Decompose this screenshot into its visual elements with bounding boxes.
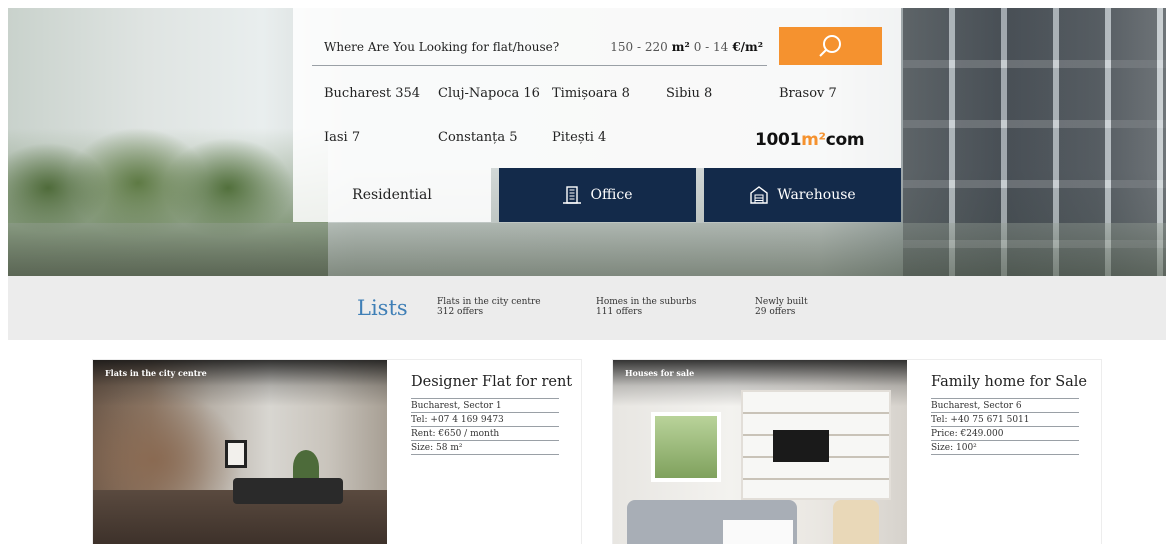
list-link-newly-built[interactable]: Newly built 29 offers <box>755 297 808 317</box>
city-timisoara[interactable]: Timișoara 8 <box>552 86 630 101</box>
area-range[interactable]: 150 - 220 <box>610 40 668 54</box>
tab-office-label: Office <box>590 187 633 203</box>
image-picture-frame <box>225 440 247 468</box>
lists-bar: Lists Flats in the city centre 312 offer… <box>8 276 1166 340</box>
list-link-count: 29 offers <box>755 307 796 317</box>
city-sibiu[interactable]: Sibiu 8 <box>666 86 712 101</box>
list-link-name: Homes in the suburbs <box>596 297 697 307</box>
city-bucharest[interactable]: Bucharest 354 <box>324 86 420 101</box>
search-icon <box>818 35 841 57</box>
listing-info: Family home for Sale Bucharest, Sector 6… <box>931 374 1087 455</box>
price-unit: €/m² <box>732 39 763 54</box>
tab-warehouse[interactable]: Warehouse <box>704 168 901 222</box>
listing-tel: Tel: +40 75 671 5011 <box>931 412 1079 426</box>
listing-size: Size: 100² <box>931 440 1079 455</box>
office-building-icon <box>563 186 582 204</box>
listing-image[interactable]: Flats in the city centre <box>93 360 387 544</box>
listing-info: Designer Flat for rent Bucharest, Sector… <box>411 374 572 455</box>
price-range[interactable]: 0 - 14 <box>694 40 729 54</box>
city-pitesti[interactable]: Pitești 4 <box>552 130 606 145</box>
city-cluj-napoca[interactable]: Cluj-Napoca 16 <box>438 86 540 101</box>
image-table <box>723 520 793 544</box>
listing-location: Bucharest, Sector 1 <box>411 398 559 412</box>
search-field[interactable]: Where Are You Looking for flat/house? 15… <box>312 28 767 66</box>
listing-size: Size: 58 m² <box>411 440 559 455</box>
listing-image[interactable]: Houses for sale <box>613 360 907 544</box>
area-unit: m² <box>671 39 690 54</box>
warehouse-icon <box>750 186 768 204</box>
list-link-count: 312 offers <box>437 307 484 317</box>
list-link-name: Newly built <box>755 297 808 307</box>
listing-title[interactable]: Family home for Sale <box>931 374 1087 390</box>
search-panel: Where Are You Looking for flat/house? 15… <box>293 8 901 168</box>
tab-office[interactable]: Office <box>499 168 696 222</box>
listing-tag: Houses for sale <box>625 368 695 378</box>
logo-mark: m² <box>801 130 826 150</box>
site-logo[interactable]: 1001m²com <box>755 130 865 150</box>
list-link-city-centre[interactable]: Flats in the city centre 312 offers <box>437 297 541 317</box>
listing-tel: Tel: +07 4 169 9473 <box>411 412 559 426</box>
city-constanta[interactable]: Constanța 5 <box>438 130 518 145</box>
search-query[interactable]: Where Are You Looking for flat/house? <box>312 40 610 54</box>
tab-residential[interactable]: Residential <box>293 168 491 222</box>
list-link-count: 111 offers <box>596 307 643 317</box>
city-iasi[interactable]: Iasi 7 <box>324 130 360 145</box>
search-button[interactable] <box>779 27 882 65</box>
logo-prefix: 1001 <box>755 130 802 150</box>
lists-title: Lists <box>357 296 408 320</box>
list-link-name: Flats in the city centre <box>437 297 541 307</box>
image-chair <box>833 500 879 544</box>
listing-price: Rent: €650 / month <box>411 426 559 440</box>
listing-location: Bucharest, Sector 6 <box>931 398 1079 412</box>
image-sofa <box>233 478 343 504</box>
tab-residential-label: Residential <box>352 187 432 203</box>
logo-suffix: com <box>825 130 865 150</box>
city-brasov[interactable]: Brasov 7 <box>779 86 837 101</box>
listing-card-flat[interactable]: Flats in the city centre Designer Flat f… <box>92 359 582 544</box>
image-window <box>651 412 721 482</box>
image-tv <box>773 430 829 462</box>
hero-ground <box>8 223 1166 276</box>
list-link-suburbs[interactable]: Homes in the suburbs 111 offers <box>596 297 696 317</box>
listing-tag: Flats in the city centre <box>105 368 207 378</box>
listing-title[interactable]: Designer Flat for rent <box>411 374 572 390</box>
tab-warehouse-label: Warehouse <box>777 187 856 203</box>
listing-price: Price: €249.000 <box>931 426 1079 440</box>
listing-card-house[interactable]: Houses for sale Family home for Sale Buc… <box>612 359 1102 544</box>
